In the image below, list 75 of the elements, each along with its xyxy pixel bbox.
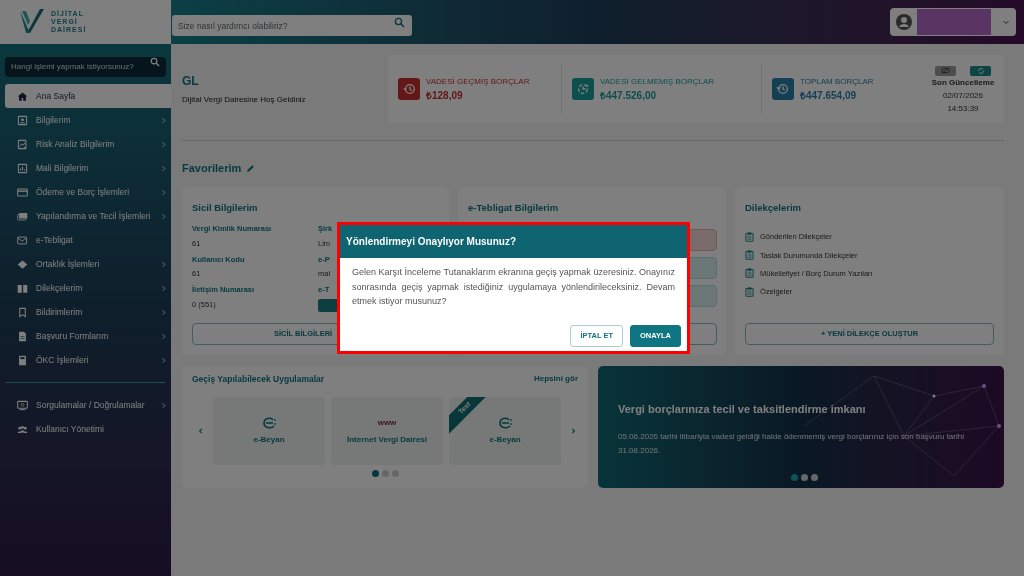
sidebar-item[interactable]: ÖKC İşlemleri (0, 348, 171, 372)
user-menu-button[interactable] (890, 8, 1016, 36)
hide-button[interactable] (935, 65, 956, 76)
sidebar-item[interactable]: Ana Sayfa (5, 84, 171, 108)
chart-icon (17, 138, 28, 150)
sidebar-item[interactable]: Sorgulamalar / Doğrulamalar (0, 393, 171, 417)
sidebar-item[interactable]: Mali Bilgilerim (0, 156, 171, 180)
id-card-icon (17, 114, 28, 126)
debt-amount: ₺128,09 (426, 88, 464, 103)
calculator-icon (17, 354, 28, 366)
history-icon (398, 78, 420, 100)
eye-off-icon (941, 67, 950, 74)
sidebar-item[interactable]: Ortaklık İşlemleri (0, 252, 171, 276)
sidebar-item[interactable]: Bildirimlerim (0, 300, 171, 324)
avatar-icon (896, 14, 912, 30)
action-button[interactable] (318, 298, 338, 312)
sidebar-item[interactable]: Ödeme ve Borç İşlemleri (0, 180, 171, 204)
last-update-date: 02/07/2026 (942, 89, 983, 102)
sidebar-item[interactable]: Kullanıcı Yönetimi (0, 417, 171, 441)
see-all-link[interactable]: Hepsini gör (534, 373, 578, 386)
header-search-field[interactable]: Size nasıl yardımcı olabiliriz? (172, 15, 412, 36)
sidebar-item[interactable]: Başvuru Formlarım (0, 324, 171, 348)
e-logo-icon (497, 415, 513, 430)
banner-text: 05.06.2026 tarihi itibariyla vadesi geldiği halde ödenmemiş vergi borçlarınız için son başvuru tarihi 31.08.2026. (618, 430, 965, 457)
sidebar-item[interactable]: Dilekçelerim (0, 276, 171, 300)
debt-label: TOPLAM BORÇLAR (800, 75, 874, 88)
search-icon (150, 57, 160, 67)
banknote-icon (17, 210, 28, 222)
e-logo-icon (261, 415, 277, 430)
bookmark-icon (17, 306, 28, 318)
card-title: Sicil Bilgilerim (192, 201, 259, 215)
card-title: e-Tebligat Bilgilerim (468, 201, 560, 215)
card-title: Dilekçelerim (745, 201, 802, 215)
dialog-message: Gelen Karşıt İnceleme Tutanaklarım ekranına geçiş yapmak üzeresiniz. Onayınız sonrasında geçiş yapmak istediğiniz uygulamaya yönlendirileceksiniz. Devam etmek istiyor musunuz? (351, 266, 676, 308)
last-update-time: 14:53:39 (947, 102, 979, 115)
banner-title: Vergi borçlarınıza tecil ve taksitlendirme imkanı (618, 402, 867, 417)
book-icon (17, 282, 28, 294)
www-logo: www (377, 416, 397, 429)
bar-chart-icon (17, 162, 28, 174)
home-icon (17, 90, 28, 102)
app-tile[interactable]: e-Beyan (213, 396, 325, 465)
welcome-message: Dijital Vergi Dairesine Hoş Geldiniz (182, 94, 307, 106)
clipboard-icon (745, 231, 754, 242)
envelope-icon (17, 234, 28, 246)
debt-label: VADESİ GEÇMİŞ BORÇLAR (426, 75, 530, 88)
clipboard-icon (745, 268, 754, 279)
sidebar-item[interactable]: e-Tebligat (0, 228, 171, 252)
search-icon (394, 16, 405, 28)
dialog-title: Yönlendirmeyi Onaylıyor Musunuz? (346, 235, 517, 249)
favorites-title: Favorilerim (182, 160, 242, 176)
chevron-left-icon (197, 426, 204, 435)
clipboard-icon (745, 250, 754, 261)
caret-icon (1002, 18, 1010, 26)
sidebar-search-field[interactable]: Hangi işlemi yapmak istiyorsunuz? (5, 56, 166, 77)
refresh-clock-icon (772, 78, 794, 100)
sidebar-item[interactable]: Risk Analiz Bilgilerim (0, 132, 171, 156)
refresh-icon (976, 66, 985, 75)
sidebar-item[interactable]: Yapılandırma ve Tecil İşlemleri (0, 204, 171, 228)
debt-amount: ₺447.526,00 (600, 88, 658, 103)
document-icon (17, 330, 28, 342)
debt-label: VADESİ GELMEMİŞ BORÇLAR (600, 75, 715, 88)
credit-card-icon (17, 186, 28, 198)
debt-amount: ₺447.654,09 (800, 88, 858, 103)
diamond-icon (17, 258, 28, 270)
monitor-icon (17, 399, 28, 411)
refresh-button[interactable] (970, 65, 991, 76)
pencil-icon (246, 163, 256, 173)
card-title: Geçiş Yapılabilecek Uygulamalar (192, 373, 325, 386)
people-icon (17, 423, 28, 435)
sidebar-item[interactable]: Bilgilerim (0, 108, 171, 132)
last-update-label: Son Güncelleme (931, 76, 995, 89)
clipboard-icon (745, 286, 754, 297)
chevron-right-icon (570, 426, 577, 435)
app-tile[interactable]: www İnternet Vergi Dairesi (331, 396, 443, 465)
user-initials: GL (182, 73, 200, 90)
